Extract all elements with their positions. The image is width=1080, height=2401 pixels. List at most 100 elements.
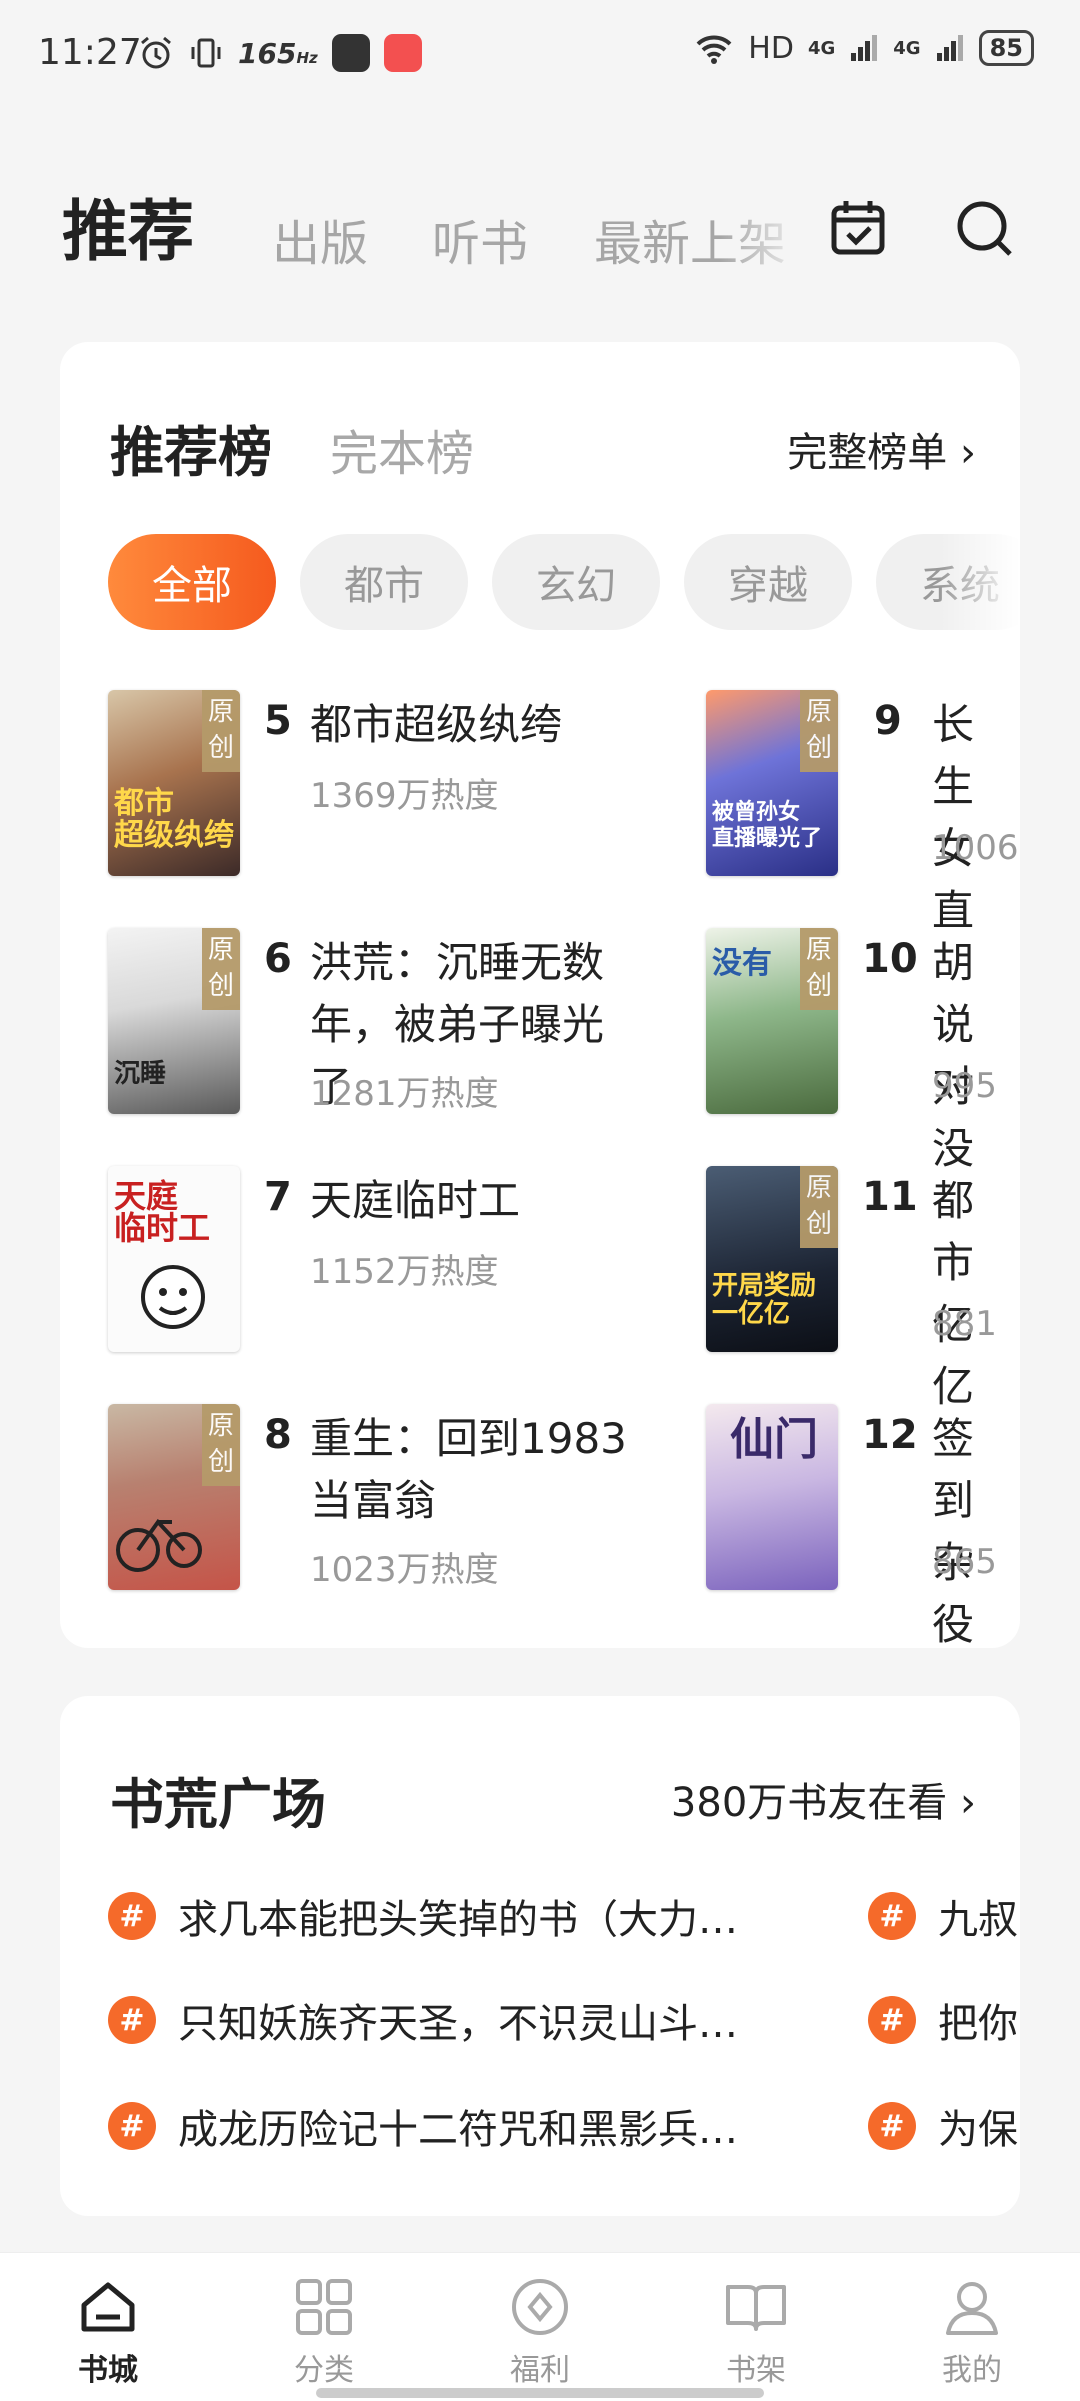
- book-item-10[interactable]: 原创 没有 10 胡说对没 995: [706, 928, 1020, 1173]
- book-heat: 1152万热度: [310, 1252, 499, 1292]
- book-heat: 865: [932, 1542, 997, 1582]
- book-cover: 天庭 临时工: [108, 1166, 240, 1352]
- book-square-title: 书荒广场: [110, 1773, 326, 1836]
- nav-welfare[interactable]: 福利: [480, 2275, 600, 2395]
- vibrate-icon: [191, 38, 221, 68]
- signal-2-icon: [936, 35, 963, 61]
- wechat-app-icon: [331, 34, 370, 72]
- original-tag: 原创: [800, 690, 838, 772]
- book-cover: 原创 没有: [706, 928, 838, 1114]
- chip-all[interactable]: 全部: [108, 534, 276, 630]
- chip-fade: [940, 522, 1020, 642]
- book-square-card: 书荒广场 380万书友在看 › # 求几本能把头笑掉的书（大力… # 只知妖族齐…: [60, 1696, 1020, 2216]
- chip-time-travel[interactable]: 穿越: [684, 534, 852, 630]
- grid-icon: [296, 2279, 352, 2335]
- hashtag-icon: #: [868, 1996, 916, 2044]
- original-tag: 原创: [202, 1404, 240, 1486]
- book-cover: 原创 都市 超级纨绔: [108, 690, 240, 876]
- book-heat: 1006: [932, 828, 1019, 868]
- topic-item[interactable]: # 九叔: [868, 1886, 1018, 1946]
- book-item-12[interactable]: 仙门 12 签到杂役 865: [706, 1404, 1020, 1648]
- topic-item[interactable]: # 把你: [868, 1990, 1018, 2050]
- refresh-rate: 165Hz: [238, 36, 318, 70]
- book-rank: 6: [264, 936, 292, 982]
- book-cover: 原创 被曾孙女 直播曝光了: [706, 690, 838, 876]
- tab-publish[interactable]: 出版: [272, 204, 368, 274]
- open-book-icon: [726, 2285, 786, 2331]
- cover-title: 开局奖励 一亿亿: [712, 1271, 817, 1329]
- home-indicator[interactable]: [316, 2388, 764, 2398]
- topic-item[interactable]: # 只知妖族齐天圣，不识灵山斗…: [108, 1990, 738, 2050]
- nav-bookshelf[interactable]: 书架: [696, 2275, 816, 2395]
- full-ranking-link[interactable]: 完整榜单 ›: [787, 420, 976, 478]
- book-rank: 8: [264, 1412, 292, 1458]
- signal-2-label: 4G: [893, 37, 921, 59]
- book-title: 长生女直: [932, 700, 975, 935]
- book-cover: 原创 开局奖励 一亿亿: [706, 1166, 838, 1352]
- coin-icon: [512, 2279, 568, 2335]
- book-cover: 仙门: [706, 1404, 838, 1590]
- book-rank: 11: [862, 1174, 918, 1220]
- book-rank: 12: [862, 1412, 918, 1458]
- book-item-11[interactable]: 原创 开局奖励 一亿亿 11 都市亿亿 881: [706, 1166, 1020, 1411]
- tab-recommend[interactable]: 推荐: [62, 178, 194, 274]
- book-title: 重生：回到1983当富翁: [310, 1414, 627, 1525]
- book-heat: 881: [932, 1304, 997, 1344]
- top-nav: 推荐 出版 听书 最新上架: [0, 160, 1080, 280]
- search-icon[interactable]: [952, 196, 1016, 260]
- battery-indicator: 85: [978, 30, 1034, 66]
- book-title: 胡说对没: [932, 938, 975, 1173]
- bottom-nav: 书城 分类 福利 书架 我的: [0, 2252, 1080, 2401]
- cover-title: 天庭 临时工: [114, 1177, 211, 1247]
- original-tag: 原创: [202, 690, 240, 772]
- chip-urban[interactable]: 都市: [300, 534, 468, 630]
- book-heat: 995: [932, 1066, 997, 1106]
- cover-title: 被曾孙女 直播曝光了: [712, 800, 823, 851]
- status-left-icons: 165Hz: [138, 34, 422, 72]
- signal-1-icon: [851, 35, 878, 61]
- book-item-7[interactable]: 天庭 临时工 7 天庭临时工 1152万热度: [108, 1166, 628, 1366]
- chip-fantasy[interactable]: 玄幻: [492, 534, 660, 630]
- book-cover: 原创 沉睡: [108, 928, 240, 1114]
- book-cover: 原创: [108, 1404, 240, 1590]
- bicycle-icon: [116, 1518, 202, 1572]
- book-item-9[interactable]: 原创 被曾孙女 直播曝光了 9 长生女直 1006: [706, 690, 1020, 935]
- book-item-8[interactable]: 原创 8 重生：回到1983当富翁 1023万热度: [108, 1404, 628, 1604]
- hashtag-icon: #: [108, 1996, 156, 2044]
- book-rank: 10: [862, 936, 918, 982]
- book-item-6[interactable]: 原创 沉睡 6 洪荒：沉睡无数年，被弟子曝光了 1281万热度: [108, 928, 628, 1128]
- topic-item[interactable]: # 求几本能把头笑掉的书（大力…: [108, 1886, 738, 1946]
- nav-profile[interactable]: 我的: [912, 2275, 1032, 2395]
- book-title: 签到杂役: [932, 1414, 975, 1648]
- original-tag: 原创: [800, 928, 838, 1010]
- hashtag-icon: #: [868, 2102, 916, 2150]
- original-tag: 原创: [202, 928, 240, 1010]
- ranking-tab-recommend[interactable]: 推荐榜: [110, 408, 272, 487]
- topic-item[interactable]: # 成龙历险记十二符咒和黑影兵…: [108, 2096, 738, 2156]
- calendar-check-icon[interactable]: [826, 196, 890, 260]
- book-rank: 5: [264, 698, 292, 744]
- ranking-tab-completed[interactable]: 完本榜: [330, 414, 474, 484]
- nav-bookstore[interactable]: 书城: [48, 2275, 168, 2395]
- home-app-icon: [383, 34, 422, 72]
- status-time: 11:27: [38, 32, 142, 73]
- signal-1-label: 4G: [807, 37, 836, 59]
- book-heat: 1023万热度: [310, 1550, 499, 1590]
- hashtag-icon: #: [108, 2102, 156, 2150]
- book-heat: 1369万热度: [310, 776, 499, 816]
- tab-fade: [720, 160, 810, 280]
- readers-watching-link[interactable]: 380万书友在看 ›: [671, 1770, 976, 1828]
- book-heat: 1281万热度: [310, 1074, 499, 1114]
- tab-audiobook[interactable]: 听书: [432, 204, 528, 274]
- status-right-icons: HD 4G 4G 85: [694, 30, 1034, 66]
- nav-category[interactable]: 分类: [264, 2275, 384, 2395]
- cover-title: 仙门: [730, 1414, 818, 1465]
- wifi-icon: [696, 35, 732, 64]
- topic-item[interactable]: # 为保: [868, 2096, 1018, 2156]
- book-rank: 9: [874, 698, 902, 744]
- hashtag-icon: #: [868, 1892, 916, 1940]
- hashtag-icon: #: [108, 1892, 156, 1940]
- user-icon: [946, 2282, 998, 2335]
- book-item-5[interactable]: 原创 都市 超级纨绔 5 都市超级纨绔 1369万热度: [108, 690, 628, 890]
- cover-title: 都市 超级纨绔: [114, 786, 234, 853]
